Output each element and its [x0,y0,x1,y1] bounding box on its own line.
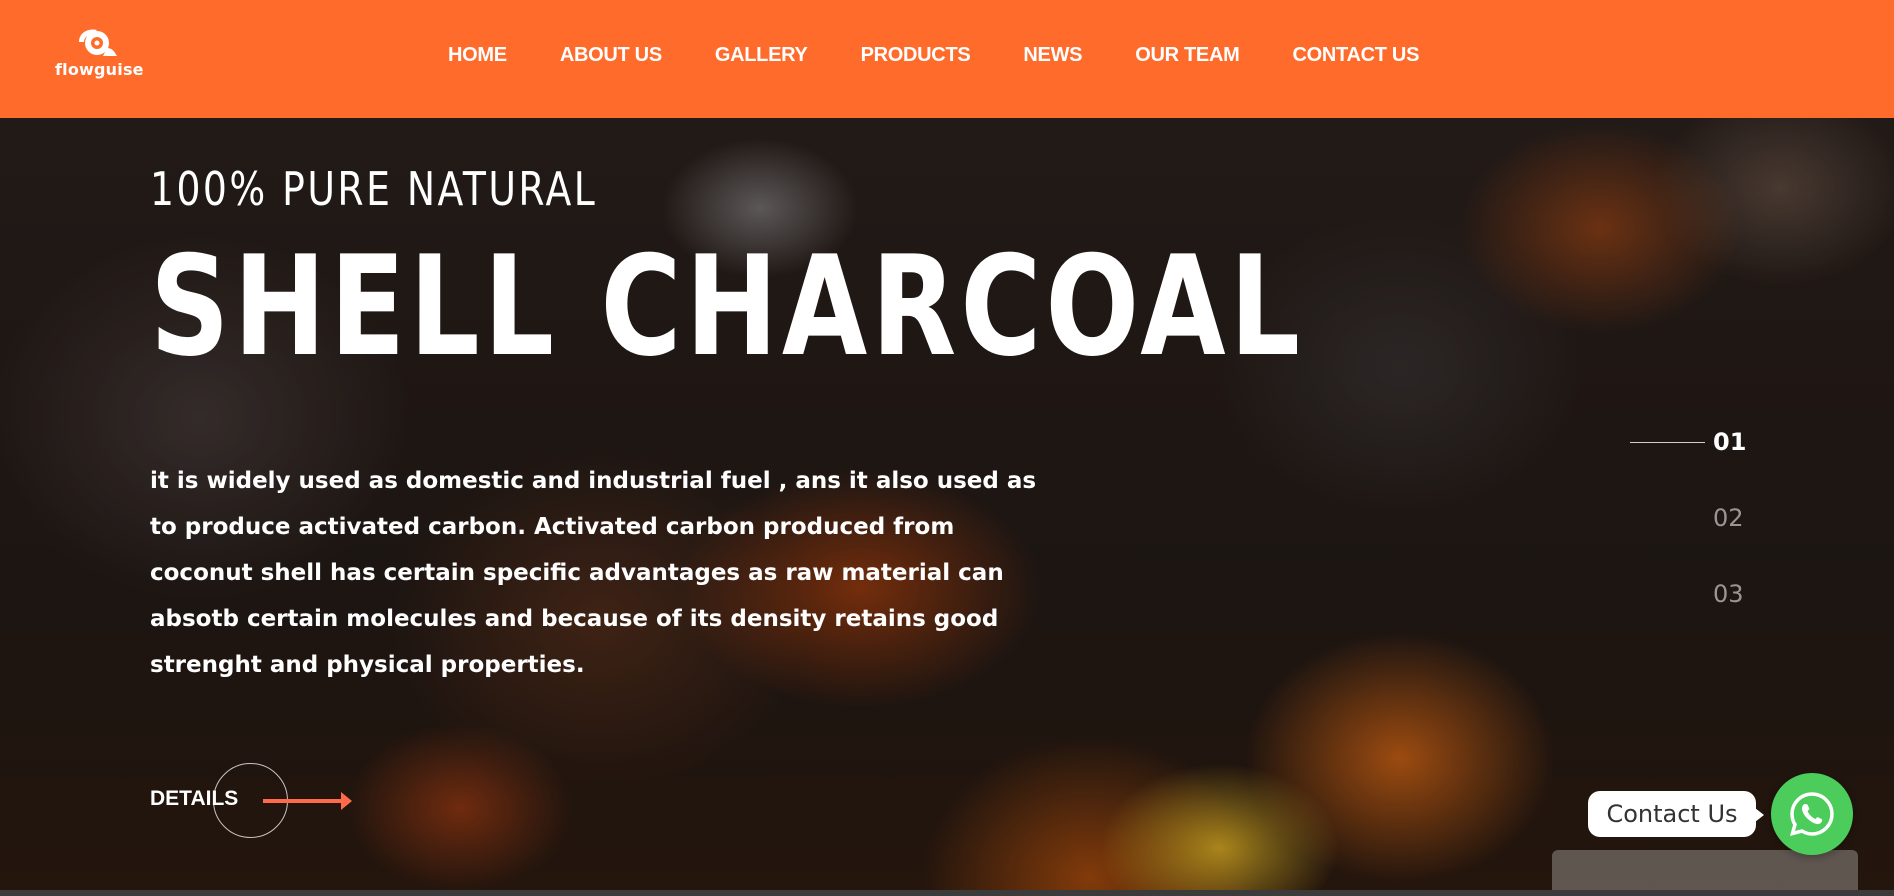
pager-item-3[interactable]: 03 [1630,580,1744,608]
hero-slider: 100% PURE NATURAL SHELL CHARCOAL it is w… [0,118,1894,896]
brand-name: flowguise [55,60,144,79]
hero-headline: SHELL CHARCOAL [150,226,1305,387]
contact-us-label: Contact Us [1606,800,1738,828]
flowguise-logo-icon [79,29,117,56]
nav-item-about-us[interactable]: ABOUT US [560,44,662,67]
pager-number: 01 [1713,428,1747,456]
nav-item-products[interactable]: PRODUCTS [861,44,971,67]
whatsapp-button[interactable] [1771,773,1853,855]
bottom-edge [0,890,1894,896]
pager-item-1[interactable]: 01 [1630,428,1746,456]
whatsapp-icon [1789,792,1834,836]
nav-item-home[interactable]: HOME [448,44,507,67]
pager-item-2[interactable]: 02 [1630,504,1744,532]
nav-item-our-team[interactable]: OUR TEAM [1135,44,1240,67]
nav-item-gallery[interactable]: GALLERY [715,44,808,67]
pager-number: 03 [1713,580,1744,608]
pager-number: 02 [1713,504,1744,532]
details-button[interactable]: DETAILS [150,760,360,840]
nav-item-news[interactable]: NEWS [1023,44,1082,67]
site-header: flowguise HOME ABOUT US GALLERY PRODUCTS… [0,0,1894,118]
hero-kicker: 100% PURE NATURAL [150,162,598,216]
nav-item-contact-us[interactable]: CONTACT US [1292,44,1419,67]
arrow-right-icon [263,792,352,810]
contact-us-button[interactable]: Contact Us [1588,791,1764,837]
pager-active-line [1630,441,1705,443]
brand-logo[interactable]: flowguise [55,26,144,86]
hero-description: it is widely used as domestic and indust… [150,468,1037,678]
main-nav: HOME ABOUT US GALLERY PRODUCTS NEWS OUR … [448,44,1472,67]
